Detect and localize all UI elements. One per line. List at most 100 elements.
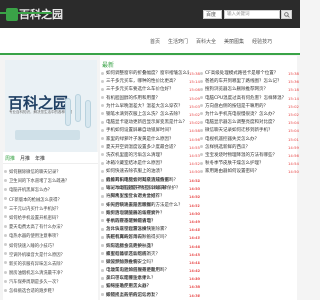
ranking-item[interactable]: CF新版本的枪械怎么获得？ [3,196,98,205]
list-item[interactable]: 蜂蜜结晶了还能吃吗？ 14:45 [100,251,297,259]
list-item-title[interactable]: 蜂蜜结晶了还能吃吗？ [106,251,189,259]
list-item-title[interactable]: 手机如何设置屏幕自动锁屏时间？ [106,127,189,135]
list-item-title[interactable]: 如何预防颈椎病？ [106,259,189,267]
list-item-title[interactable]: 戴着耳机睡觉会对耳朵造成伤害吗？ [106,177,189,185]
ranking-item-title[interactable]: 三千元以内买什么手机好？ [9,207,61,212]
ranking-item-title[interactable]: 电热水器的使用注意事项？ [9,234,61,239]
list-item[interactable]: 手机内存不足如何清理？ 14:49 [100,218,297,226]
ranking-item-title[interactable]: 卫生间的下水道堵了怎么疏通？ [9,179,69,184]
list-item[interactable]: 跑步后小腿酸痛怎么缓解？ 14:50 [100,210,297,218]
ranking-item-title[interactable]: 怎样挑选合适的跑步鞋？ [9,289,56,294]
tab-monthly[interactable]: 月推 [20,155,30,162]
list-item-title[interactable]: 如何判断鸡蛋是否新鲜？ [106,202,189,210]
nav-item-gallery[interactable]: 美丽图集 [224,38,244,45]
list-item[interactable]: 电脑显示器怎么调整亮度和对比度？ 15:04 [199,119,320,127]
list-item-title[interactable]: CF高级处理模式路径卡是哪个位置？ [205,70,288,78]
list-item[interactable]: 如何判断鸡蛋是否新鲜？ 14:51 [100,202,297,210]
list-item-title[interactable]: 秋冬季节皮肤干燥怎么护理？ [205,160,288,168]
list-item[interactable]: 电饭煲内胆涂层脱落还能用吗？ 14:42 [100,267,297,275]
nav-item-encyclopedia[interactable]: 百科大全 [196,38,216,45]
list-item-title[interactable]: 微信聊天记录如何迁移到新手机？ [205,127,288,135]
list-item[interactable]: 戴着耳机睡觉会对耳朵造成伤害吗？ 14:54 [100,177,297,185]
ranking-item-title[interactable]: 如何给手机设置开机密码？ [9,216,61,221]
ranking-item-title[interactable]: 如何删除微信的聊天记录？ [9,170,61,175]
list-item-title[interactable]: 泡脚水里加什么对身体好？ [106,193,189,201]
ranking-item[interactable]: 新买的衣服有异味怎么去除？ [3,260,98,269]
ranking-item[interactable]: 三千元以内买什么手机好？ [3,205,98,214]
list-item-title[interactable]: 电脑显卡驱动更新后显示屏变黑是什么？ [106,119,189,127]
ranking-item-title[interactable]: 汽车保养周期是多久一次？ [9,280,61,285]
ranking-item[interactable]: 怎样挑选合适的跑步鞋？ [3,287,98,296]
list-item[interactable]: 泡脚水里加什么对身体好？ 14:52 [100,193,297,201]
list-item[interactable]: 电视机遥控器失灵怎么办？ 15:01 [199,136,320,144]
list-item-title[interactable]: 买二手车需要注意什么？ [106,275,189,283]
list-item-title[interactable]: 三千多元买车要选什么车价位好？ [106,86,189,94]
ranking-item[interactable]: 如何删除微信的聊天记录？ [3,168,98,177]
list-item[interactable]: 搜狗浏览器怎么删除推荐网页？ 15:18 [199,86,320,94]
list-item[interactable]: 为什么手机充电很慢很烫？怎么办？ 15:02 [199,111,320,119]
list-item[interactable]: 怎么快速学会游泳换气？ 14:48 [100,226,297,234]
ranking-item[interactable]: 电热水器的使用注意事项？ [3,232,98,241]
ranking-item-title[interactable]: 如何快速入睡的小技巧？ [9,244,56,249]
search-input[interactable]: 输入关键词 [224,10,280,19]
ranking-item-title[interactable]: 电脑开机黑屏怎么办？ [9,188,52,193]
search-engine-select[interactable]: 百度 [203,10,222,19]
nav-item-tips[interactable]: 生活窍门 [168,38,188,45]
ranking-item-title[interactable]: 新买的衣服有异味怎么去除？ [9,262,65,267]
nav-item-experience[interactable]: 经验技巧 [252,38,272,45]
list-item-title[interactable]: 为什么手机充电很慢很烫？怎么办？ [205,111,288,119]
list-item-title[interactable]: 洗衣机里面的污垢怎么清理？ [106,152,189,160]
list-item-title[interactable]: 猫咪掉毛严重怎么办？ [106,283,189,291]
list-item-title[interactable]: 电脑CPU温度过高有何危害？怎样降温？ [205,95,288,103]
ranking-item[interactable]: 如何给手机设置开机密码？ [3,214,98,223]
list-item-title[interactable]: 爸爸的车开到哪里了路线图？怎么记？ [205,78,288,86]
list-item[interactable]: 如何提高孩子的记忆力？ 14:37 [100,292,297,300]
ranking-item[interactable]: 厨房油烟机怎么清洗最干净？ [3,269,98,278]
list-item-title[interactable]: 钢笔水滴到衣服上怎么洗？怎么去除？ [106,111,189,119]
list-item-title[interactable]: 跑步后小腿酸痛怎么缓解？ [106,210,189,218]
list-item-title[interactable]: 手机内存不足如何清理？ [106,218,189,226]
search-button[interactable] [281,10,292,19]
list-item[interactable]: 爸爸的车开到哪里了路线图？怎么记？ 15:36 [199,78,320,86]
list-item[interactable]: 衣柜有霉味怎么去除？ 14:47 [100,234,297,242]
list-item-title[interactable]: 方向盘右侧的按钮是干嘛用的？ [205,103,288,111]
ranking-item-title[interactable]: 空调外机噪音大是什么原因？ [9,253,65,258]
ranking-item-title[interactable]: 夏天电费太高了有什么办法？ [9,225,65,230]
ranking-item[interactable]: 电脑开机黑屏怎么办？ [3,186,98,195]
ranking-item[interactable]: 汽车保养周期是多久一次？ [3,278,98,287]
list-item[interactable]: 怎样挑选新鲜的西瓜？ 14:59 [199,144,320,152]
list-item-title[interactable]: 搜狗浏览器怎么删除推荐网页？ [205,86,288,94]
list-item-title[interactable]: 夏天开空调温度设置多少度最合适？ [106,144,189,152]
list-item-title[interactable]: 冰箱冷藏室结冰是什么原因？ [106,160,189,168]
list-item-title[interactable]: 家里的绿萝叶子发黄是什么原因？ [106,136,189,144]
list-item[interactable]: 方向盘右侧的按钮是干嘛用的？ 15:02 [199,103,320,111]
list-item[interactable]: 汽车轮胎多久更换一次？ 14:46 [100,243,297,251]
nav-item-home[interactable]: 首页 [150,38,160,45]
list-item-title[interactable]: 电脑显示器怎么调整亮度和对比度？ [205,119,288,127]
list-item[interactable]: 猫咪掉毛严重怎么办？ 14:39 [100,283,297,291]
ranking-item[interactable]: 夏天电费太高了有什么办法？ [3,223,98,232]
tab-yearly[interactable]: 年推 [35,155,45,162]
list-item-title[interactable]: 有机胆固醇的作用和用量？ [106,95,189,103]
list-item-title[interactable]: 如何提高孩子的记忆力？ [106,292,189,300]
list-item[interactable]: 宝宝发烧时物理降温的方法有哪些？ 14:56 [199,152,320,160]
list-item-title[interactable]: 笔记本电脑散热不好怎么解决？ [106,185,189,193]
list-item-title[interactable]: 汽车轮胎多久更换一次？ [106,243,189,251]
list-item[interactable]: 买二手车需要注意什么？ 14:40 [100,275,297,283]
list-item[interactable]: 笔记本电脑散热不好怎么解决？ 14:53 [100,185,297,193]
list-item-title[interactable]: 衣柜有霉味怎么去除？ [106,234,189,242]
list-item[interactable]: 如何预防颈椎病？ 14:44 [100,259,297,267]
list-item[interactable]: 秋冬季节皮肤干燥怎么护理？ 14:54 [199,160,320,168]
list-item-title[interactable]: 电饭煲内胆涂层脱落还能用吗？ [106,267,189,275]
site-logo[interactable]: 百科之园 [6,8,63,21]
list-item[interactable]: 微信聊天记录如何迁移到新手机？ 15:04 [199,127,320,135]
ranking-item[interactable]: 如何快速入睡的小技巧？ [3,242,98,251]
list-item-title[interactable]: 如何调整窗帘的折叠幅度？窗帘褶皱怎么调？ [106,70,189,78]
list-item-title[interactable]: 宝宝发烧时物理降温的方法有哪些？ [205,152,288,160]
list-item-title[interactable]: 三千多元买车，哪种的性价比更高？ [106,78,189,86]
list-item-title[interactable]: 怎样挑选新鲜的西瓜？ [205,144,288,152]
ranking-item[interactable]: 空调外机噪音大是什么原因？ [3,251,98,260]
list-item-title[interactable]: 电视机遥控器失灵怎么办？ [205,136,288,144]
list-item[interactable]: 电脑CPU温度过高有何危害？怎样降温？ 15:14 [199,95,320,103]
ranking-item-title[interactable]: 厨房油烟机怎么清洗最干净？ [9,271,65,276]
